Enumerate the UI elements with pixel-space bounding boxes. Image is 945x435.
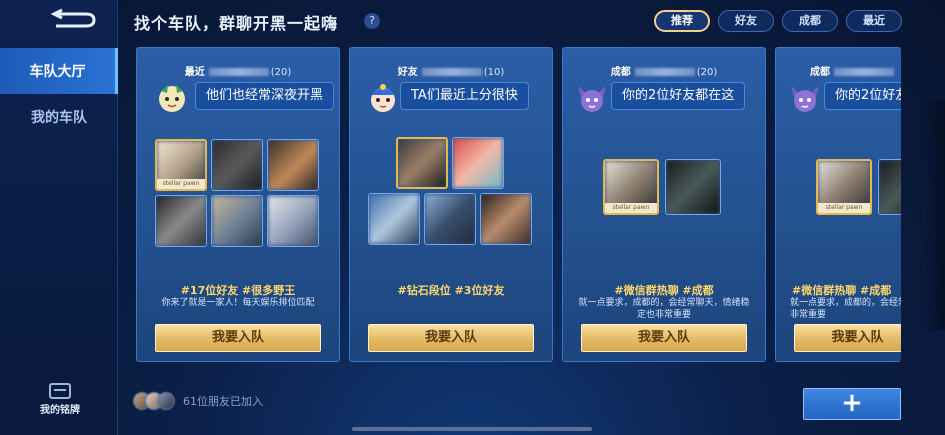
- home-indicator: [352, 427, 592, 431]
- mascot-icon: [371, 84, 395, 112]
- member-count: (10): [483, 67, 505, 78]
- edge-shadow: [923, 100, 945, 330]
- member-avatar[interactable]: [368, 193, 420, 245]
- tab-recent[interactable]: 最近: [846, 10, 902, 32]
- card-description: 就一点要求，成都的，会经常聊天，情绪稳定也非常重要: [790, 298, 901, 320]
- my-nameplate-button[interactable]: 我的铭牌: [40, 383, 80, 416]
- card-header: 好友 (10): [350, 63, 552, 78]
- member-avatar[interactable]: [452, 137, 504, 189]
- avatar-caption: stellar pawn: [818, 203, 870, 213]
- team-name-blurred: [421, 68, 482, 76]
- member-avatar[interactable]: [878, 159, 901, 215]
- tab-friends[interactable]: 好友: [718, 10, 774, 32]
- avatar-caption: stellar pawn: [157, 179, 205, 189]
- mascot-icon: [159, 85, 185, 112]
- join-team-button[interactable]: 我要入队: [581, 324, 747, 352]
- member-avatar[interactable]: [267, 139, 319, 191]
- member-avatar[interactable]: [480, 193, 532, 245]
- member-avatar[interactable]: stellar pawn: [816, 159, 872, 215]
- card-header: 成都: [810, 63, 901, 78]
- join-team-button[interactable]: 我要入队: [368, 324, 534, 352]
- page-title: 找个车队，群聊开黑一起嗨: [134, 14, 339, 33]
- card-bubble: TA们最近上分很快: [400, 82, 529, 110]
- card-description: 你来了就是一家人！每天娱乐排位匹配: [161, 298, 315, 308]
- card-tag: 好友: [397, 67, 418, 78]
- card-description: 就一点要求，成都的，会经常聊天，情绪稳定也非常重要: [578, 298, 750, 320]
- create-team-button[interactable]: +: [803, 388, 901, 420]
- team-name-blurred: [634, 68, 695, 76]
- member-avatar[interactable]: [424, 193, 476, 245]
- card-tag: 最近: [184, 67, 205, 78]
- tab-chengdu[interactable]: 成都: [782, 10, 838, 32]
- card-header: 最近 (20): [137, 63, 339, 78]
- card-bubble: 你的2位好友都在这: [611, 82, 746, 110]
- member-avatar[interactable]: [155, 195, 207, 247]
- card-tags: #微信群热聊 #成都: [792, 284, 892, 297]
- sidebar-item-team-hall[interactable]: 车队大厅: [0, 48, 118, 94]
- team-name-blurred: [208, 68, 269, 76]
- friends-joined-text: 61位朋友已加入: [183, 395, 263, 408]
- member-avatar[interactable]: [396, 137, 448, 189]
- member-avatar[interactable]: [211, 195, 263, 247]
- member-avatar[interactable]: stellar pawn: [603, 159, 659, 215]
- join-team-button[interactable]: 我要入队: [155, 324, 321, 352]
- avatar-caption: stellar pawn: [605, 203, 657, 213]
- team-card[interactable]: 好友 (10) TA们最近上分很快 #钻石段位 #3位好友 我要入队: [349, 47, 553, 362]
- member-avatar[interactable]: [665, 159, 721, 215]
- member-count: (20): [696, 67, 718, 78]
- team-name-blurred: [834, 68, 894, 76]
- member-avatar[interactable]: stellar pawn: [155, 139, 207, 191]
- help-icon[interactable]: ?: [364, 13, 380, 29]
- team-card[interactable]: 最近 (20) 他们也经常深夜开黑 stellar pawn #17位好友 #很多…: [136, 47, 340, 362]
- join-team-button[interactable]: 我要入队: [794, 324, 901, 352]
- team-card[interactable]: 成都 (20) 你的2位好友都在这 stellar pawn #微信群热聊 #成都…: [562, 47, 766, 362]
- card-tag: 成都: [810, 67, 830, 78]
- mascot-icon: [791, 85, 819, 112]
- card-bubble: 他们也经常深夜开黑: [195, 82, 335, 110]
- card-header: 成都 (20): [563, 63, 765, 78]
- sidebar: 车队大厅 我的车队 我的铭牌: [0, 0, 118, 435]
- friends-joined: 61位朋友已加入: [133, 392, 263, 410]
- sidebar-item-label: 我的车队: [31, 110, 87, 126]
- card-tags: #17位好友 #很多野王: [180, 284, 296, 297]
- nameplate-label: 我的铭牌: [40, 405, 80, 416]
- card-tags: #微信群热聊 #成都: [614, 284, 714, 297]
- mascot-icon: [578, 85, 606, 112]
- sidebar-item-label: 车队大厅: [29, 64, 86, 80]
- card-tag: 成都: [610, 67, 631, 78]
- member-avatar[interactable]: [211, 139, 263, 191]
- back-arrow-icon[interactable]: [50, 6, 98, 34]
- card-bubble: 你的2位好友: [824, 82, 901, 110]
- nameplate-icon: [49, 383, 71, 399]
- card-tags: #钻石段位 #3位好友: [397, 284, 505, 297]
- sidebar-item-my-team[interactable]: 我的车队: [0, 94, 118, 140]
- member-count: (20): [270, 67, 292, 78]
- tab-recommend[interactable]: 推荐: [654, 10, 710, 32]
- team-card[interactable]: 成都 你的2位好友 stellar pawn #微信群热聊 #成都 就一点要求，…: [775, 47, 901, 362]
- member-avatar[interactable]: [267, 195, 319, 247]
- friend-avatar: [157, 392, 175, 410]
